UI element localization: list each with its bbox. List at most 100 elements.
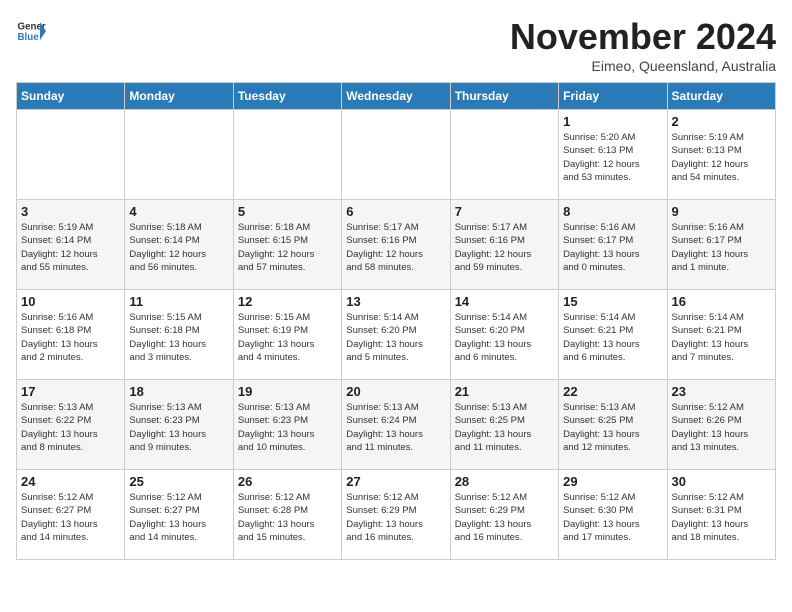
cell-info: Sunrise: 5:12 AM Sunset: 6:29 PM Dayligh… (346, 491, 445, 544)
header-saturday: Saturday (667, 83, 775, 110)
cell-info: Sunrise: 5:18 AM Sunset: 6:15 PM Dayligh… (238, 221, 337, 274)
header-monday: Monday (125, 83, 233, 110)
logo-icon: General Blue (16, 16, 46, 46)
cell-info: Sunrise: 5:13 AM Sunset: 6:25 PM Dayligh… (563, 401, 662, 454)
table-row: 17 Sunrise: 5:13 AM Sunset: 6:22 PM Dayli… (17, 380, 125, 470)
calendar-table: Sunday Monday Tuesday Wednesday Thursday… (16, 82, 776, 560)
title-area: November 2024 Eimeo, Queensland, Austral… (510, 16, 776, 74)
header-tuesday: Tuesday (233, 83, 341, 110)
cell-info: Sunrise: 5:14 AM Sunset: 6:20 PM Dayligh… (455, 311, 554, 364)
day-number: 13 (346, 294, 445, 309)
day-number: 1 (563, 114, 662, 129)
day-number: 25 (129, 474, 228, 489)
cell-info: Sunrise: 5:13 AM Sunset: 6:24 PM Dayligh… (346, 401, 445, 454)
cell-info: Sunrise: 5:12 AM Sunset: 6:27 PM Dayligh… (129, 491, 228, 544)
table-row: 10 Sunrise: 5:16 AM Sunset: 6:18 PM Dayli… (17, 290, 125, 380)
day-number: 15 (563, 294, 662, 309)
day-number: 18 (129, 384, 228, 399)
table-row: 22 Sunrise: 5:13 AM Sunset: 6:25 PM Dayli… (559, 380, 667, 470)
day-number: 2 (672, 114, 771, 129)
table-row: 24 Sunrise: 5:12 AM Sunset: 6:27 PM Dayli… (17, 470, 125, 560)
cell-info: Sunrise: 5:19 AM Sunset: 6:14 PM Dayligh… (21, 221, 120, 274)
day-number: 29 (563, 474, 662, 489)
table-row: 13Sunrise: 5:14 AM Sunset: 6:20 PM Dayli… (342, 290, 450, 380)
calendar-week-5: 24 Sunrise: 5:12 AM Sunset: 6:27 PM Dayli… (17, 470, 776, 560)
day-number: 24 (21, 474, 120, 489)
location-subtitle: Eimeo, Queensland, Australia (510, 58, 776, 74)
days-header-row: Sunday Monday Tuesday Wednesday Thursday… (17, 83, 776, 110)
table-row (125, 110, 233, 200)
table-row (450, 110, 558, 200)
table-row: 1Sunrise: 5:20 AM Sunset: 6:13 PM Daylig… (559, 110, 667, 200)
table-row: 19Sunrise: 5:13 AM Sunset: 6:23 PM Dayli… (233, 380, 341, 470)
day-number: 23 (672, 384, 771, 399)
header-friday: Friday (559, 83, 667, 110)
day-number: 8 (563, 204, 662, 219)
table-row: 21 Sunrise: 5:13 AM Sunset: 6:25 PM Dayli… (450, 380, 558, 470)
header-wednesday: Wednesday (342, 83, 450, 110)
day-number: 9 (672, 204, 771, 219)
header-sunday: Sunday (17, 83, 125, 110)
day-number: 14 (455, 294, 554, 309)
table-row: 9Sunrise: 5:16 AM Sunset: 6:17 PM Daylig… (667, 200, 775, 290)
table-row: 4 Sunrise: 5:18 AM Sunset: 6:14 PM Daylig… (125, 200, 233, 290)
day-number: 4 (129, 204, 228, 219)
day-number: 21 (455, 384, 554, 399)
table-row: 5 Sunrise: 5:18 AM Sunset: 6:15 PM Daylig… (233, 200, 341, 290)
day-number: 30 (672, 474, 771, 489)
table-row (233, 110, 341, 200)
day-number: 20 (346, 384, 445, 399)
cell-info: Sunrise: 5:18 AM Sunset: 6:14 PM Dayligh… (129, 221, 228, 274)
table-row: 26 Sunrise: 5:12 AM Sunset: 6:28 PM Dayli… (233, 470, 341, 560)
table-row: 29 Sunrise: 5:12 AM Sunset: 6:30 PM Dayli… (559, 470, 667, 560)
cell-info: Sunrise: 5:13 AM Sunset: 6:23 PM Dayligh… (238, 401, 337, 454)
table-row: 15 Sunrise: 5:14 AM Sunset: 6:21 PM Dayli… (559, 290, 667, 380)
cell-info: Sunrise: 5:13 AM Sunset: 6:22 PM Dayligh… (21, 401, 120, 454)
table-row: 20 Sunrise: 5:13 AM Sunset: 6:24 PM Dayli… (342, 380, 450, 470)
day-number: 10 (21, 294, 120, 309)
cell-info: Sunrise: 5:12 AM Sunset: 6:28 PM Dayligh… (238, 491, 337, 544)
cell-info: Sunrise: 5:12 AM Sunset: 6:27 PM Dayligh… (21, 491, 120, 544)
day-number: 3 (21, 204, 120, 219)
cell-info: Sunrise: 5:12 AM Sunset: 6:26 PM Dayligh… (672, 401, 771, 454)
cell-info: Sunrise: 5:12 AM Sunset: 6:29 PM Dayligh… (455, 491, 554, 544)
table-row: 18 Sunrise: 5:13 AM Sunset: 6:23 PM Dayli… (125, 380, 233, 470)
cell-info: Sunrise: 5:16 AM Sunset: 6:18 PM Dayligh… (21, 311, 120, 364)
table-row: 16Sunrise: 5:14 AM Sunset: 6:21 PM Dayli… (667, 290, 775, 380)
table-row: 12Sunrise: 5:15 AM Sunset: 6:19 PM Dayli… (233, 290, 341, 380)
day-number: 11 (129, 294, 228, 309)
table-row: 14 Sunrise: 5:14 AM Sunset: 6:20 PM Dayli… (450, 290, 558, 380)
cell-info: Sunrise: 5:13 AM Sunset: 6:25 PM Dayligh… (455, 401, 554, 454)
day-number: 22 (563, 384, 662, 399)
table-row: 25 Sunrise: 5:12 AM Sunset: 6:27 PM Dayli… (125, 470, 233, 560)
logo: General Blue (16, 16, 46, 46)
calendar-week-2: 3 Sunrise: 5:19 AM Sunset: 6:14 PM Daylig… (17, 200, 776, 290)
table-row: 7 Sunrise: 5:17 AM Sunset: 6:16 PM Daylig… (450, 200, 558, 290)
day-number: 17 (21, 384, 120, 399)
table-row: 27 Sunrise: 5:12 AM Sunset: 6:29 PM Dayli… (342, 470, 450, 560)
cell-info: Sunrise: 5:15 AM Sunset: 6:18 PM Dayligh… (129, 311, 228, 364)
table-row: 2Sunrise: 5:19 AM Sunset: 6:13 PM Daylig… (667, 110, 775, 200)
day-number: 7 (455, 204, 554, 219)
cell-info: Sunrise: 5:12 AM Sunset: 6:31 PM Dayligh… (672, 491, 771, 544)
cell-info: Sunrise: 5:17 AM Sunset: 6:16 PM Dayligh… (455, 221, 554, 274)
table-row (17, 110, 125, 200)
cell-info: Sunrise: 5:14 AM Sunset: 6:21 PM Dayligh… (563, 311, 662, 364)
cell-info: Sunrise: 5:12 AM Sunset: 6:30 PM Dayligh… (563, 491, 662, 544)
svg-text:Blue: Blue (18, 32, 40, 43)
table-row (342, 110, 450, 200)
table-row: 11 Sunrise: 5:15 AM Sunset: 6:18 PM Dayli… (125, 290, 233, 380)
day-number: 27 (346, 474, 445, 489)
day-number: 28 (455, 474, 554, 489)
calendar-week-3: 10 Sunrise: 5:16 AM Sunset: 6:18 PM Dayli… (17, 290, 776, 380)
table-row: 8Sunrise: 5:16 AM Sunset: 6:17 PM Daylig… (559, 200, 667, 290)
table-row: 3 Sunrise: 5:19 AM Sunset: 6:14 PM Daylig… (17, 200, 125, 290)
cell-info: Sunrise: 5:13 AM Sunset: 6:23 PM Dayligh… (129, 401, 228, 454)
table-row: 6Sunrise: 5:17 AM Sunset: 6:16 PM Daylig… (342, 200, 450, 290)
calendar-week-4: 17 Sunrise: 5:13 AM Sunset: 6:22 PM Dayli… (17, 380, 776, 470)
day-number: 5 (238, 204, 337, 219)
table-row: 28 Sunrise: 5:12 AM Sunset: 6:29 PM Dayli… (450, 470, 558, 560)
day-number: 26 (238, 474, 337, 489)
day-number: 6 (346, 204, 445, 219)
month-title: November 2024 (510, 16, 776, 58)
